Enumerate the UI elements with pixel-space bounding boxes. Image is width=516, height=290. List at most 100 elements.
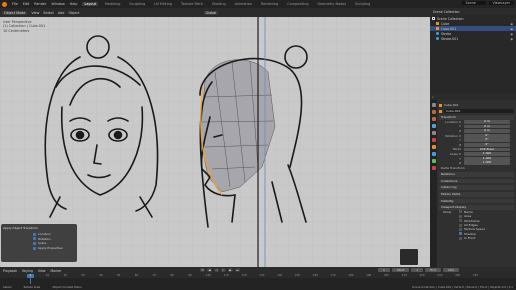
frame-tick-label: 220 [419, 274, 425, 277]
motion-paths-panel-header[interactable]: Motion Paths [439, 191, 514, 197]
status-select: Select [3, 285, 12, 289]
checkbox-icon[interactable] [459, 227, 462, 231]
blender-logo-icon[interactable] [2, 1, 7, 7]
checkbox-icon[interactable] [33, 241, 36, 245]
scene-selector[interactable]: Scene [461, 1, 486, 5]
menu-keying[interactable]: Keying [22, 269, 33, 273]
workspace-tab-scripting[interactable]: Scripting [353, 2, 372, 6]
tool-tab-icon[interactable] [431, 103, 436, 107]
scale-z-row: Z 1.000 · [439, 161, 514, 166]
delta-transform-subpanel[interactable]: Delta Transform [439, 166, 514, 171]
view-layer-tab-icon[interactable] [431, 124, 436, 128]
option-apply-properties[interactable]: Apply Properties [33, 246, 75, 251]
menu-help[interactable]: Help [70, 2, 78, 6]
object-tab-icon[interactable] [431, 145, 436, 149]
scale-z-field[interactable]: 1.000 [464, 161, 510, 166]
menu-render[interactable]: Render [34, 2, 46, 6]
world-tab-icon[interactable] [431, 138, 436, 142]
lock-icon[interactable]: · [511, 134, 514, 138]
checkbox-icon[interactable] [33, 237, 36, 241]
play-icon[interactable]: ▷ [221, 268, 226, 272]
prev-key-icon[interactable]: ◀ [207, 268, 212, 272]
menu-object[interactable]: Object [68, 11, 79, 15]
object-icon [439, 103, 442, 107]
workspace-tab-compositing[interactable]: Compositing [285, 2, 310, 6]
checkbox-icon[interactable] [33, 232, 36, 236]
visibility-eye-icon[interactable]: ◉ [510, 27, 513, 31]
checkbox-icon[interactable] [459, 210, 462, 214]
checkbox-icon[interactable] [459, 219, 462, 223]
collections-panel-header[interactable]: Collections [439, 178, 514, 184]
start-frame-field[interactable]: 1 [411, 268, 424, 272]
menu-select[interactable]: Select [43, 11, 53, 15]
visibility-eye-icon[interactable]: ◉ [510, 22, 513, 26]
rotation-z-row: Z 0° · [439, 142, 514, 148]
end-frame-field[interactable]: 250 [442, 268, 459, 272]
output-tab-icon[interactable] [431, 117, 436, 121]
frame-tick-label: 140 [277, 274, 283, 277]
menu-playback[interactable]: Playback [3, 269, 17, 273]
relations-panel-header[interactable]: Relations [439, 172, 514, 177]
orientation-selector[interactable]: Global [203, 10, 219, 15]
material-tab-icon[interactable] [431, 166, 436, 170]
workspace-tab-shading[interactable]: Shading [210, 2, 228, 6]
jump-end-icon[interactable]: ⏭ [235, 268, 240, 272]
lock-icon[interactable]: · [511, 143, 514, 147]
physics-tab-icon[interactable] [431, 159, 436, 163]
workspace-tab-rendering[interactable]: Rendering [259, 2, 280, 6]
frame-tick-label: 60 [134, 274, 139, 277]
next-key-icon[interactable]: ▶ [228, 268, 233, 272]
menu-view-timeline[interactable]: View [38, 269, 46, 273]
checkbox-icon[interactable] [459, 232, 462, 236]
search-icon[interactable]: ⌕ [432, 95, 434, 99]
frame-tick-label: 70 [152, 274, 156, 277]
modifier-tab-icon[interactable] [431, 152, 436, 156]
menu-window[interactable]: Window [51, 2, 64, 6]
frame-ruler[interactable]: 0102030405060708090100110120130140150160… [0, 274, 516, 278]
lock-icon[interactable]: · [511, 129, 514, 133]
checkbox-icon[interactable] [33, 246, 36, 250]
redo-panel[interactable]: Apply Object Transform Location Rotation… [1, 224, 77, 262]
menu-edit[interactable]: Edit [23, 2, 30, 6]
timeline[interactable]: 0102030405060708090100110120130140150160… [0, 274, 516, 284]
checkbox-icon[interactable] [459, 214, 462, 218]
jump-start-icon[interactable]: ⏮ [200, 268, 205, 272]
object-name-field[interactable]: Cube.001 [444, 109, 514, 113]
checkbox-icon[interactable] [459, 236, 462, 240]
view-layer-selector[interactable]: ViewLayer [488, 1, 514, 5]
render-tab-icon[interactable] [431, 110, 436, 114]
workspace-tab-uv-editing[interactable]: UV Editing [152, 2, 174, 6]
workspace-tab-modeling[interactable]: Modeling [103, 2, 122, 6]
location-z-row: Z0 m · [439, 128, 514, 134]
current-frame-field[interactable]: 1 [378, 268, 390, 272]
grease-pencil-icon [436, 37, 439, 40]
visibility-eye-icon[interactable]: ◉ [510, 37, 513, 41]
workspace-tab-geometry-nodes[interactable]: Geometry Nodes [316, 2, 349, 6]
lock-icon[interactable]: · [511, 138, 514, 142]
workspace-tab-layout[interactable]: Layout [82, 2, 98, 6]
menu-add[interactable]: Add [58, 11, 65, 15]
visibility-eye-icon[interactable]: ◉ [510, 32, 513, 36]
lock-icon[interactable]: · [511, 161, 514, 165]
checkbox-icon[interactable] [459, 223, 462, 227]
outliner[interactable]: Scene Collection Cube ◉ Cube.001 ◉ Stroke ◉… [430, 15, 516, 93]
workspace-tab-sculpting[interactable]: Sculpting [127, 2, 147, 6]
lock-icon[interactable]: · [511, 120, 514, 124]
visibility-panel-header[interactable]: Visibility [439, 198, 514, 204]
lock-icon[interactable]: · [511, 157, 514, 161]
lock-icon[interactable]: · [511, 124, 514, 128]
rotation-y-row: Y 0° · [439, 138, 514, 143]
instancing-panel-header[interactable]: Instancing [439, 185, 514, 190]
frame-tick-label: 10 [45, 274, 50, 277]
mode-selector[interactable]: Object Mode [2, 10, 28, 15]
play-reverse-icon[interactable]: ◁ [214, 268, 219, 272]
menu-file[interactable]: File [12, 2, 18, 6]
menu-marker[interactable]: Marker [51, 269, 62, 273]
workspace-tab-animation[interactable]: Animation [233, 2, 254, 6]
outliner-item[interactable]: Stroke.001 ◉ [430, 36, 516, 41]
lock-icon[interactable]: · [511, 152, 514, 156]
scene-tab-icon[interactable] [431, 131, 436, 135]
frame-tick-label: 50 [117, 274, 121, 277]
workspace-tab-texture-paint[interactable]: Texture Paint [179, 2, 205, 6]
menu-view[interactable]: View [31, 11, 39, 15]
